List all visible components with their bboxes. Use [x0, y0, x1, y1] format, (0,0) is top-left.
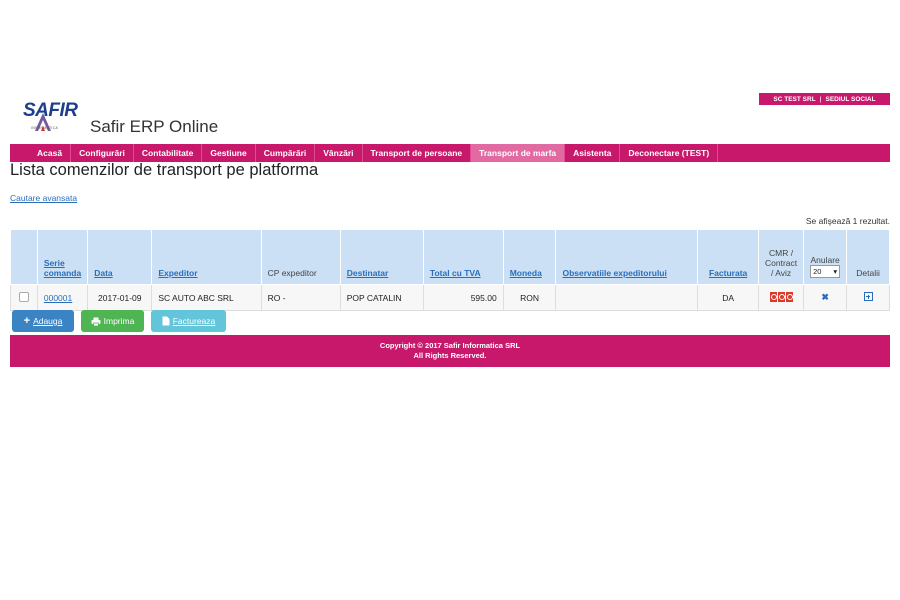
anulare-label: Anulare: [810, 255, 840, 265]
cell-destinatar: POP CATALIN: [339, 284, 424, 311]
column-header-docs: CMR / Contract / Aviz: [757, 229, 805, 285]
row-checkbox[interactable]: [18, 291, 29, 302]
nav-cumparari[interactable]: Cumpărări: [256, 144, 316, 162]
column-header-moneda[interactable]: Moneda: [502, 229, 557, 285]
column-header-total[interactable]: Total cu TVA: [422, 229, 504, 285]
footer-rights: All Rights Reserved.: [413, 351, 487, 360]
chevron-down-icon: ▾: [833, 267, 838, 276]
nav-acasa[interactable]: Acasă: [10, 144, 72, 162]
document-icon: [162, 316, 170, 326]
table-header-row: Serie comanda Data Expeditor CP expedito…: [10, 229, 890, 285]
printer-icon: [91, 317, 101, 326]
column-header-observatii[interactable]: Observatiile expeditorului: [555, 229, 699, 285]
logo-subtext: INFORMATICA: [31, 126, 59, 130]
page-title: Lista comenzilor de transport pe platfor…: [10, 161, 319, 179]
company-separator: |: [819, 95, 822, 103]
footer: Copyright © 2017 Safir Informatica SRL A…: [10, 335, 890, 367]
main-nav: Acasă Configurări Contabilitate Gestiune…: [10, 144, 890, 162]
invoice-button-label: Factureaza: [172, 316, 216, 326]
table-row: 000001 2017-01-09 SC AUTO ABC SRL RO - P…: [10, 284, 890, 311]
advanced-search-link[interactable]: Cautare avansata: [10, 193, 77, 203]
nav-transport-marfa[interactable]: Transport de marfa: [471, 144, 566, 162]
column-header-cp-expeditor: CP expeditor: [260, 229, 341, 285]
column-header-data[interactable]: Data: [87, 229, 153, 285]
cell-anulare: ✖: [803, 284, 848, 311]
cell-cp-expeditor: RO -: [260, 284, 341, 311]
plus-icon: +: [23, 315, 31, 327]
column-header-detalii: Detalii: [846, 229, 890, 285]
page-size-select[interactable]: 20 ▾: [810, 265, 841, 278]
cell-moneda: RON: [502, 284, 557, 311]
contract-pdf-icon[interactable]: [777, 291, 786, 302]
column-header-serie[interactable]: Serie comanda: [36, 229, 89, 285]
print-button[interactable]: Imprima: [81, 310, 144, 332]
cell-data: 2017-01-09: [87, 284, 153, 311]
row-select-cell: [10, 284, 38, 311]
app-title: Safir ERP Online: [90, 117, 219, 136]
nav-gestiune[interactable]: Gestiune: [202, 144, 256, 162]
cmr-pdf-icon[interactable]: [769, 291, 778, 302]
company-name[interactable]: SC TEST SRL: [773, 96, 815, 103]
cell-docs: [757, 284, 805, 311]
invoice-button[interactable]: Factureaza: [151, 310, 226, 332]
add-button[interactable]: + Adauga: [12, 310, 74, 332]
cell-observatii: [555, 284, 699, 311]
cancel-x-icon[interactable]: ✖: [821, 292, 829, 302]
column-header-destinatar[interactable]: Destinatar: [339, 229, 424, 285]
nav-vanzari[interactable]: Vânzări: [315, 144, 363, 162]
cell-total: 595.00: [422, 284, 504, 311]
cell-detalii: [846, 284, 890, 311]
column-header-facturata[interactable]: Facturata: [697, 229, 759, 285]
order-number-link[interactable]: 000001: [44, 293, 72, 303]
orders-table: Serie comanda Data Expeditor CP expedito…: [10, 229, 890, 311]
column-header-expeditor[interactable]: Expeditor: [151, 229, 262, 285]
cell-expeditor: SC AUTO ABC SRL: [151, 284, 262, 311]
nav-contabilitate[interactable]: Contabilitate: [134, 144, 203, 162]
cell-facturata: DA: [697, 284, 759, 311]
safir-logo[interactable]: SAFIR INFORMATICA: [23, 100, 85, 134]
nav-configurari[interactable]: Configurări: [71, 144, 134, 162]
column-header-anulare: Anulare 20 ▾: [803, 229, 848, 285]
nav-asistenta[interactable]: Asistenta: [565, 144, 621, 162]
nav-transport-persoane[interactable]: Transport de persoane: [363, 144, 472, 162]
nav-deconectare[interactable]: Deconectare (TEST): [620, 144, 719, 162]
cell-serie: 000001: [36, 284, 89, 311]
select-column-header: [10, 229, 38, 285]
company-bar[interactable]: SC TEST SRL | SEDIUL SOCIAL: [759, 93, 890, 105]
aviz-pdf-icon[interactable]: [785, 291, 794, 302]
print-button-label: Imprima: [103, 316, 135, 326]
company-location[interactable]: SEDIUL SOCIAL: [826, 96, 876, 103]
add-button-label: Adauga: [33, 316, 63, 326]
details-plus-icon[interactable]: [863, 292, 873, 301]
footer-copyright: Copyright © 2017 Safir Informatica SRL: [379, 341, 521, 350]
results-summary: Se afişează 1 rezultat.: [805, 216, 890, 226]
